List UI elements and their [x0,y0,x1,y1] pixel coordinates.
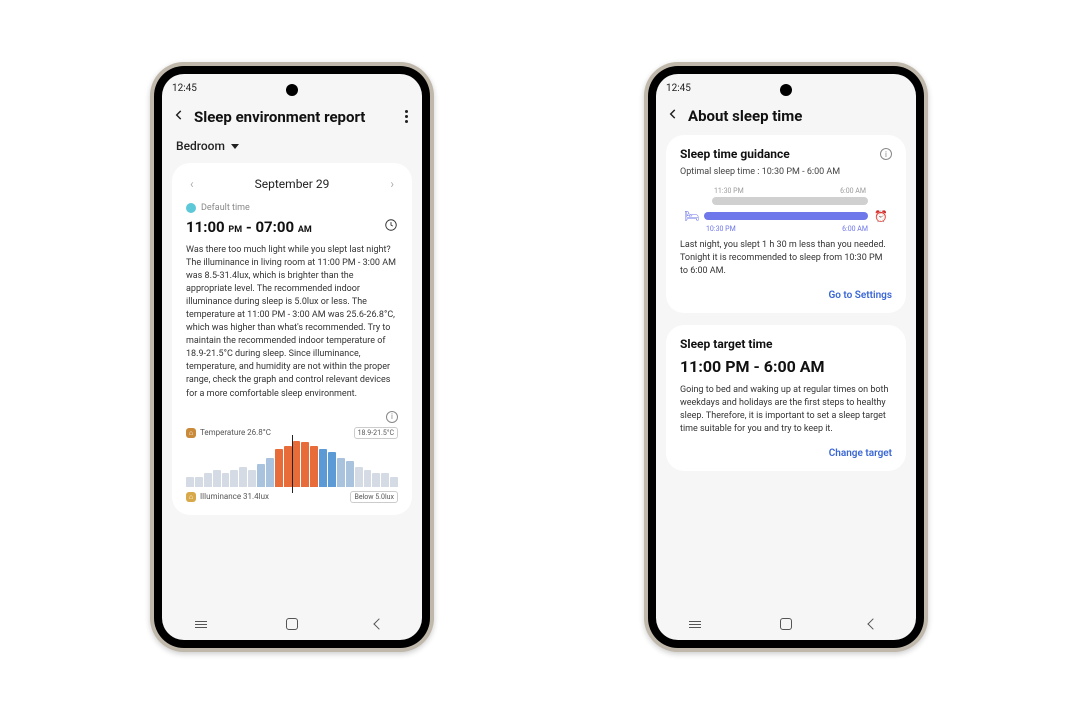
nav-back-button[interactable] [863,620,883,628]
report-body-text: Was there too much light while you slept… [186,244,398,401]
actual-end-label: 6:00 AM [840,187,866,195]
room-selector[interactable]: Bedroom [172,137,412,163]
sleep-timeline: 11:30 PM 6:00 AM 🛏 ⏰ 10:30 PM [680,187,892,231]
optimal-time-text: Optimal sleep time : 10:30 PM - 6:00 AM [680,167,892,177]
next-day-button[interactable]: › [386,175,398,193]
change-target-link[interactable]: Change target [829,448,892,459]
page-title: Sleep environment report [194,108,393,126]
camera-punchhole [286,84,298,96]
go-to-settings-link[interactable]: Go to Settings [828,290,892,301]
back-button[interactable] [172,107,186,126]
temperature-range-badge: 18.9-21.5°C [354,427,398,439]
guidance-body-text: Last night, you slept 1 h 30 m less than… [680,239,892,278]
status-time: 12:45 [172,83,197,94]
home-icon: ⌂ [186,428,196,438]
temperature-bars [186,441,398,487]
app-header: Sleep environment report [162,100,422,137]
date-label: September 29 [255,177,330,191]
default-time-dot-icon [186,203,196,213]
temperature-chart: ⌂ Temperature 26.8°C 18.9-21.5°C ⌂ Illum… [186,427,398,503]
nav-back-button[interactable] [369,620,389,628]
phone-frame-left: 12:45 Sleep environment report Bedroom [150,62,434,652]
illuminance-label: Illuminance 31.4lux [200,492,269,501]
caret-down-icon [231,144,239,149]
prev-day-button[interactable]: ‹ [186,175,198,193]
target-time-value: 11:00 PM - 6:00 AM [680,357,892,376]
app-header: About sleep time [656,100,916,135]
sleep-guidance-card: Sleep time guidance i Optimal sleep time… [666,135,906,313]
back-button[interactable] [666,106,680,125]
sleep-target-card: Sleep target time 11:00 PM - 6:00 AM Goi… [666,325,906,471]
bed-icon: 🛏 [684,209,700,223]
alarm-icon: ⏰ [872,210,888,223]
camera-punchhole [780,84,792,96]
sleep-time-range: 11:00 PM - 07:00 AM [186,218,312,236]
temperature-label: Temperature 26.8°C [200,428,271,437]
nav-recents-button[interactable] [689,621,709,628]
actual-sleep-bar [712,197,868,205]
room-label: Bedroom [176,139,225,153]
edit-time-button[interactable] [384,217,398,236]
actual-start-label: 11:30 PM [714,187,744,195]
optimal-start-label: 10:30 PM [706,225,736,233]
more-menu-button[interactable] [401,106,412,127]
home-icon: ⌂ [186,492,196,502]
illuminance-range-badge: Below 5.0lux [350,491,398,503]
status-time: 12:45 [666,83,691,94]
phone-frame-right: 12:45 About sleep time Sleep time guidan… [644,62,928,652]
default-time-label: Default time [201,203,250,213]
nav-home-button[interactable] [776,618,796,630]
report-card: ‹ September 29 › Default time 11:00 PM [172,163,412,515]
optimal-end-label: 6:00 AM [842,225,868,233]
target-title: Sleep target time [680,337,892,351]
optimal-sleep-bar [704,212,868,220]
target-body-text: Going to bed and waking up at regular ti… [680,384,892,436]
system-navbar [162,608,422,640]
chart-info-button[interactable]: i [386,411,398,423]
nav-recents-button[interactable] [195,621,215,628]
page-title: About sleep time [688,107,906,125]
guidance-title: Sleep time guidance [680,147,790,161]
guidance-info-button[interactable]: i [880,148,892,160]
nav-home-button[interactable] [282,618,302,630]
system-navbar [656,608,916,640]
